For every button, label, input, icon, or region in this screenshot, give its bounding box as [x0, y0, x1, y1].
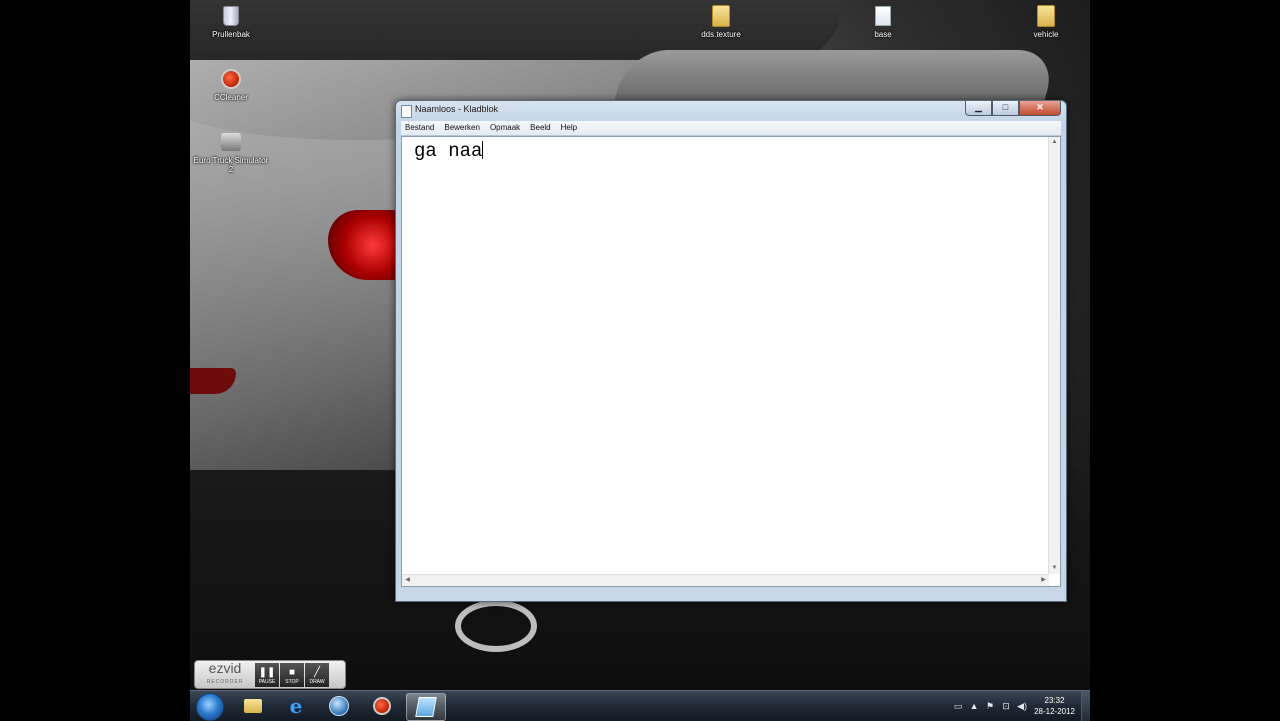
ezvid-recorder: ezvid RECORDER ❚❚ PAUSE ■ STOP ╱ DRAW [194, 660, 346, 689]
close-button[interactable]: ✕ [1019, 101, 1061, 116]
euro-truck-simulator-icon [220, 131, 242, 153]
start-button[interactable] [196, 693, 224, 721]
pen-icon: ╱ [313, 666, 321, 678]
show-hidden-icons-icon[interactable]: ▲ [968, 701, 980, 711]
system-tray: ▭ ▲ ⚑ ⊡ ◀) 23:32 28-12-2012 [950, 691, 1090, 721]
desktop-icon-vehicle[interactable]: vehicle [1006, 5, 1086, 39]
vertical-scrollbar[interactable]: ▲ ▼ [1048, 137, 1060, 574]
desktop-icon-prullenbak[interactable]: Prullenbak [191, 5, 271, 39]
action-center-flag-icon[interactable]: ⚑ [984, 701, 996, 712]
maximize-button[interactable]: □ [992, 101, 1019, 116]
scroll-left-icon[interactable]: ◀ [402, 575, 413, 586]
clock-date: 28-12-2012 [1034, 707, 1075, 716]
ezvid-logo: ezvid RECORDER [195, 661, 255, 689]
minimize-button[interactable]: ▁ [965, 101, 992, 116]
globe-icon [329, 696, 349, 716]
internet-explorer-icon: e [289, 694, 303, 718]
menu-help[interactable]: Help [557, 121, 583, 135]
notepad-icon [401, 105, 412, 118]
clock-time: 23:32 [1044, 696, 1065, 705]
desktop-icon-label: CCleaner [214, 93, 248, 102]
wallpaper-exhaust [455, 600, 537, 652]
stop-icon: ■ [288, 666, 296, 678]
taskbar-notepad[interactable] [406, 693, 446, 721]
ezvid-subtitle: RECORDER [206, 678, 244, 685]
keyboard-icon[interactable]: ▭ [952, 701, 964, 712]
clock[interactable]: 23:32 28-12-2012 [1034, 695, 1075, 717]
pause-button[interactable]: ❚❚ PAUSE [255, 662, 279, 687]
menu-opmaak[interactable]: Opmaak [486, 121, 526, 135]
menu-bar: Bestand Bewerken Opmaak Beeld Help [401, 121, 1061, 136]
draw-button[interactable]: ╱ DRAW [305, 662, 329, 687]
draw-label: DRAW [309, 678, 325, 685]
volume-icon[interactable]: ◀) [1016, 701, 1028, 712]
taskbar-explorer[interactable] [234, 693, 272, 719]
recycle-bin-icon [220, 5, 242, 27]
window-title: Naamloos - Kladblok [415, 104, 499, 114]
stop-button[interactable]: ■ STOP [280, 662, 304, 687]
windows-explorer-icon [244, 699, 262, 713]
taskbar-internet-explorer[interactable]: e [277, 693, 315, 719]
network-icon[interactable]: ⊡ [1000, 701, 1012, 712]
ccleaner-icon [220, 68, 242, 90]
horizontal-scrollbar[interactable]: ◀ ▶ [402, 574, 1049, 586]
pause-icon: ❚❚ [258, 666, 276, 678]
taskbar-globe[interactable] [320, 693, 358, 719]
editor-content: ga naa [414, 140, 483, 162]
desktop-icon-label: vehicle [1033, 30, 1059, 39]
desktop-icon-label: dds.texture [701, 30, 741, 39]
editor-text: ga naa [414, 140, 484, 162]
menu-bewerken[interactable]: Bewerken [440, 121, 486, 135]
ccleaner-icon [373, 697, 391, 715]
taskbar: e ▭ ▲ ⚑ ⊡ ◀) 23:32 28-12-2012 [190, 690, 1090, 721]
menu-bestand[interactable]: Bestand [401, 121, 440, 135]
scroll-up-icon[interactable]: ▲ [1050, 137, 1059, 148]
desktop-icon-label: Prullenbak [212, 30, 250, 39]
desktop-icon-euro-truck-simulator[interactable]: Euro Truck Simulator 2 [191, 131, 271, 174]
folder-icon [710, 5, 732, 27]
desktop-icon-label: Euro Truck Simulator 2 [193, 156, 269, 174]
scroll-down-icon[interactable]: ▼ [1050, 563, 1059, 574]
desktop-icon-label: base [874, 30, 892, 39]
file-icon [872, 5, 894, 27]
ezvid-logo-text: ezvid [208, 659, 242, 676]
folder-icon [1035, 5, 1057, 27]
stop-label: STOP [285, 678, 299, 685]
pause-label: PAUSE [258, 678, 276, 685]
desktop-icon-dds-texture[interactable]: dds.texture [681, 5, 761, 39]
scroll-right-icon[interactable]: ▶ [1038, 575, 1049, 586]
text-caret [482, 141, 484, 159]
notepad-window[interactable]: Naamloos - Kladblok ▁ □ ✕ Bestand Bewerk… [395, 100, 1067, 602]
taskbar-ccleaner[interactable] [363, 693, 401, 719]
menu-beeld[interactable]: Beeld [526, 121, 556, 135]
notepad-icon [415, 697, 437, 717]
desktop-icon-base[interactable]: base [843, 5, 923, 39]
show-desktop-button[interactable] [1081, 691, 1090, 721]
title-bar[interactable]: Naamloos - Kladblok ▁ □ ✕ [396, 101, 1066, 119]
text-editor[interactable]: ga naa ▲ ▼ ◀ ▶ [401, 136, 1061, 587]
desktop-icon-ccleaner[interactable]: CCleaner [191, 68, 271, 102]
